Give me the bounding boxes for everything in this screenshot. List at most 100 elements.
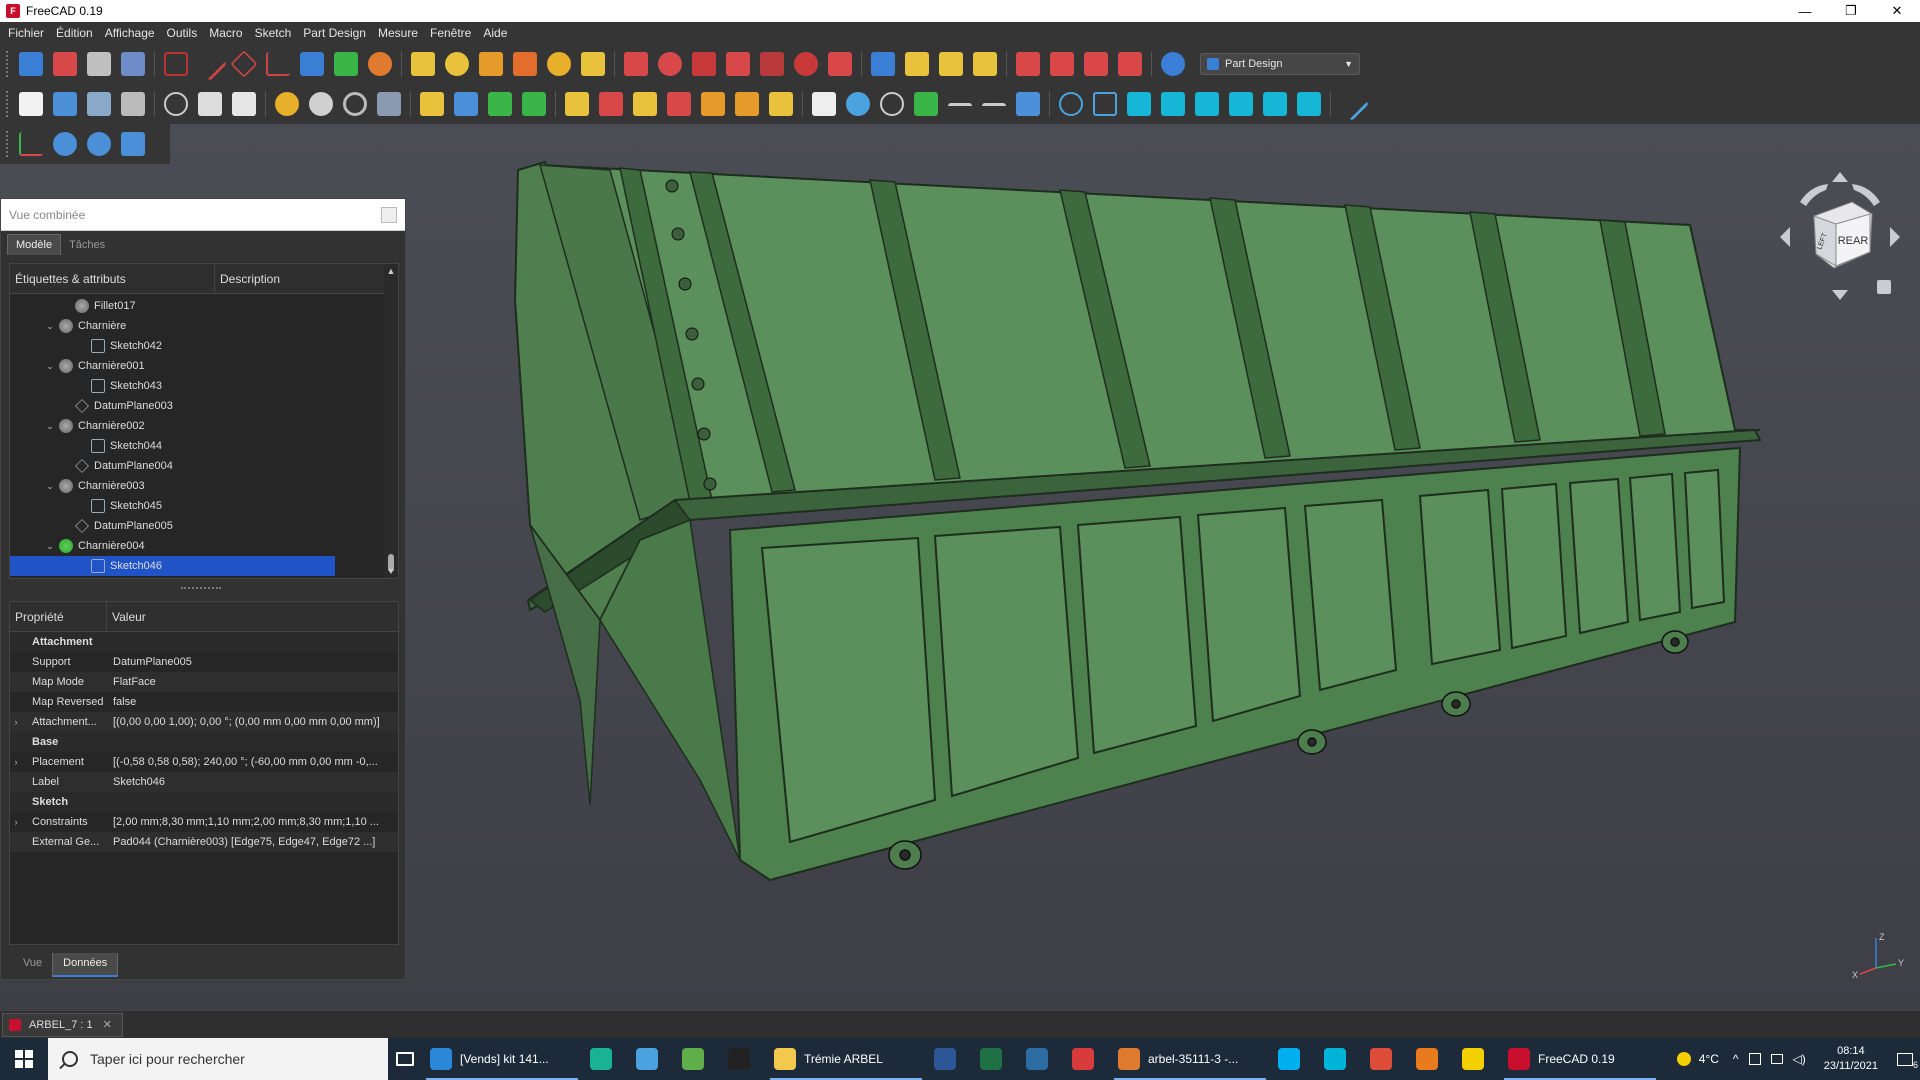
arrow-right-icon[interactable] [982, 103, 1006, 115]
top-view-icon[interactable] [1161, 92, 1185, 116]
copy-icon[interactable] [198, 92, 222, 116]
property-row[interactable]: Label Sketch046 [10, 772, 398, 792]
toolbar-grip[interactable] [6, 51, 10, 77]
property-value[interactable]: DatumPlane005 [107, 656, 398, 668]
fit-all-icon[interactable] [565, 92, 589, 116]
start-button[interactable] [0, 1038, 48, 1080]
property-value[interactable]: false [107, 696, 398, 708]
tree-item[interactable]: ⌄ Charnière001 [10, 356, 398, 376]
menu-mesure[interactable]: Mesure [372, 22, 424, 44]
datum-point-icon[interactable] [164, 52, 188, 76]
taskbar-app-app-yellow[interactable] [1454, 1038, 1500, 1080]
draw-style-icon[interactable] [633, 92, 657, 116]
property-value[interactable]: Pad044 (Charnière003) [Edge75, Edge47, E… [107, 836, 398, 848]
property-row[interactable]: Map Reversed false [10, 692, 398, 712]
tab-vue[interactable]: Vue [13, 953, 52, 977]
rear-view-icon[interactable] [1229, 92, 1253, 116]
taskbar-search[interactable]: Taper ici pour rechercher [48, 1038, 388, 1080]
left-view-icon[interactable] [1297, 92, 1321, 116]
expand-toggle-icon[interactable]: ⌄ [44, 361, 56, 372]
tree-item[interactable]: DatumPlane003 [10, 396, 398, 416]
datum-line-icon[interactable] [193, 47, 227, 81]
tab-taches[interactable]: Tâches [61, 235, 113, 255]
local-cs-icon[interactable] [266, 52, 290, 76]
panel-splitter[interactable] [181, 587, 221, 589]
expand-toggle-icon[interactable]: ⌄ [44, 321, 56, 332]
make-link-icon[interactable] [488, 92, 512, 116]
taskbar-app-explorer[interactable]: Trémie ARBEL [766, 1038, 926, 1080]
toolbar-grip[interactable] [6, 131, 10, 157]
menu-affichage[interactable]: Affichage [99, 22, 161, 44]
chamfer-icon[interactable] [1050, 52, 1074, 76]
property-row[interactable]: External Ge... Pad044 (Charnière003) [Edg… [10, 832, 398, 852]
weather-temp[interactable]: 4°C [1699, 1052, 1719, 1066]
chevron-right-icon[interactable]: › [10, 817, 22, 827]
tab-modele[interactable]: Modèle [7, 234, 62, 255]
tree-scrollbar[interactable]: ▲ ▼ [384, 264, 398, 578]
validate-sketch-icon[interactable] [87, 52, 111, 76]
menu-fenetre[interactable]: Fenêtre [424, 22, 477, 44]
property-column-value[interactable]: Valeur [107, 602, 146, 631]
additive-primitive-icon[interactable] [581, 52, 605, 76]
mirrored-icon[interactable] [871, 52, 895, 76]
undo-icon[interactable] [275, 92, 299, 116]
taskbar-app-app-chart[interactable] [674, 1038, 720, 1080]
chevron-right-icon[interactable]: › [10, 717, 22, 727]
property-value[interactable]: [2,00 mm;8,30 mm;1,10 mm;2,00 mm;8,30 mm… [107, 816, 398, 828]
pocket-icon[interactable] [624, 52, 648, 76]
axis-cross-icon[interactable] [19, 132, 43, 156]
property-group[interactable]: Sketch [10, 792, 398, 812]
close-icon[interactable]: ✕ [103, 1018, 112, 1031]
notifications-button[interactable]: 6 [1890, 1052, 1920, 1070]
shape-binder-icon[interactable] [300, 52, 324, 76]
groove-icon[interactable] [692, 52, 716, 76]
model-tree[interactable]: Étiquettes & attributs Description Fille… [9, 263, 399, 579]
subtractive-primitive-icon[interactable] [828, 52, 852, 76]
property-row[interactable]: › Attachment... [(0,00 0,00 1,00); 0,00 °;… [10, 712, 398, 732]
tree-item[interactable]: Sketch043 [10, 376, 398, 396]
expand-toggle-icon[interactable]: ⌄ [44, 541, 56, 552]
bottom-view-icon[interactable] [1263, 92, 1287, 116]
network-icon[interactable] [1748, 1053, 1761, 1065]
menu-sketch[interactable]: Sketch [249, 22, 298, 44]
taskbar-app-app-f[interactable] [1408, 1038, 1454, 1080]
right-view-icon[interactable] [1195, 92, 1219, 116]
datum-plane-icon[interactable] [230, 50, 258, 78]
print-icon[interactable] [121, 92, 145, 116]
navcube-menu-icon[interactable] [1877, 280, 1891, 294]
subtractive-pipe-icon[interactable] [760, 52, 784, 76]
clock[interactable]: 08:14 23/11/2021 [1812, 1044, 1890, 1074]
scroll-down-icon[interactable]: ▼ [384, 566, 398, 576]
property-row[interactable]: Map Mode FlatFace [10, 672, 398, 692]
chevron-up-icon[interactable]: ^ [1733, 1052, 1739, 1066]
whats-this-icon[interactable] [377, 92, 401, 116]
navigation-style-icon[interactable] [880, 92, 904, 116]
boolean-icon[interactable] [1161, 52, 1185, 76]
open-icon[interactable] [53, 92, 77, 116]
taskbar-app-app-wave[interactable] [1316, 1038, 1362, 1080]
tree-item[interactable]: Sketch042 [10, 336, 398, 356]
create-group-icon[interactable] [454, 92, 478, 116]
tree-item[interactable]: Sketch044 [10, 436, 398, 456]
refresh-icon[interactable] [343, 92, 367, 116]
menu-macro[interactable]: Macro [203, 22, 248, 44]
taskbar-app-app-teal[interactable] [582, 1038, 628, 1080]
taskbar-app-app-k[interactable] [1018, 1038, 1064, 1080]
hole-icon[interactable] [658, 52, 682, 76]
clipping-icon[interactable] [735, 92, 759, 116]
tree-item[interactable]: DatumPlane004 [10, 456, 398, 476]
polar-pattern-icon[interactable] [939, 52, 963, 76]
close-panel-button[interactable] [381, 206, 397, 223]
maximize-button[interactable]: ❐ [1828, 0, 1874, 22]
taskbar-app-freecad[interactable]: FreeCAD 0.19 [1500, 1038, 1660, 1080]
tree-column-labels[interactable]: Étiquettes & attributs [10, 264, 215, 293]
workbench-selector[interactable]: Part Design ▼ [1200, 53, 1360, 75]
pad-icon[interactable] [411, 52, 435, 76]
subtractive-helix-icon[interactable] [794, 52, 818, 76]
measure-linear-icon[interactable] [53, 132, 77, 156]
pipe-icon[interactable] [513, 52, 537, 76]
taskbar-app-arbel[interactable]: arbel-35111-3 -... [1110, 1038, 1270, 1080]
redo-icon[interactable] [309, 92, 333, 116]
paste-icon[interactable] [232, 92, 256, 116]
property-value[interactable]: [(0,00 0,00 1,00); 0,00 °; (0,00 mm 0,00… [107, 716, 398, 728]
